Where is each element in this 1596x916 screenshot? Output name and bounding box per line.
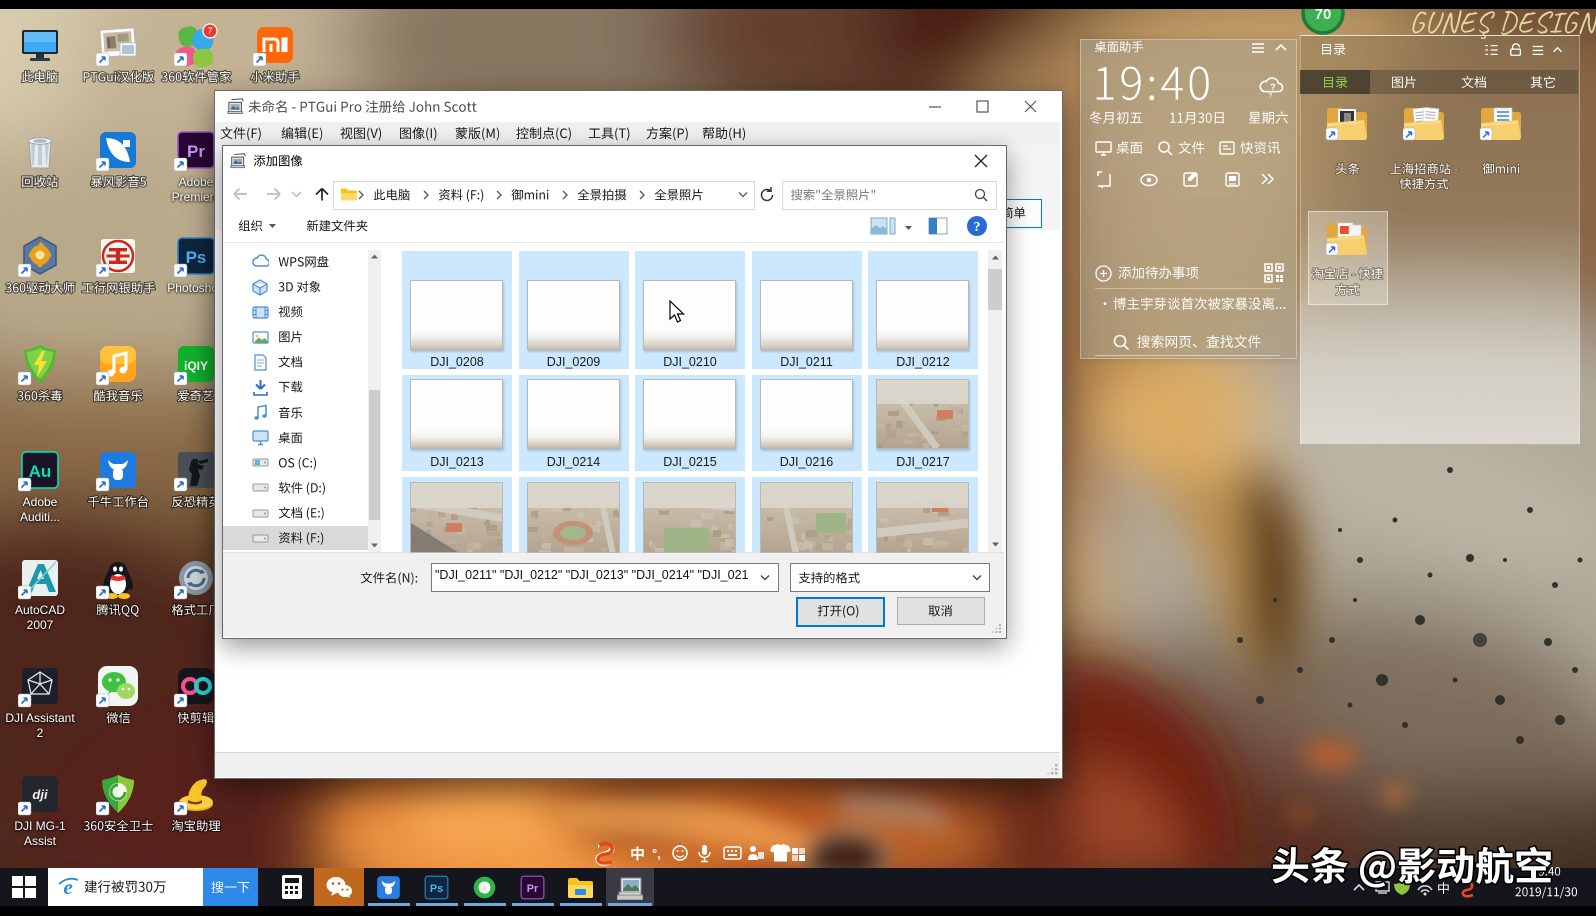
svg-text:7: 7 xyxy=(207,26,212,36)
svg-text:Ps: Ps xyxy=(430,883,443,895)
svg-text:°,: °, xyxy=(652,846,661,861)
svg-text:iQIY: iQIY xyxy=(184,359,208,373)
svg-text:?: ? xyxy=(974,220,981,235)
svg-text:Ps: Ps xyxy=(186,248,207,267)
svg-text:dji: dji xyxy=(32,787,48,802)
svg-text:Pr: Pr xyxy=(187,142,205,161)
svg-text:Pr: Pr xyxy=(527,883,539,895)
svg-text:Au: Au xyxy=(29,462,52,481)
svg-text:?: ? xyxy=(1268,91,1272,100)
